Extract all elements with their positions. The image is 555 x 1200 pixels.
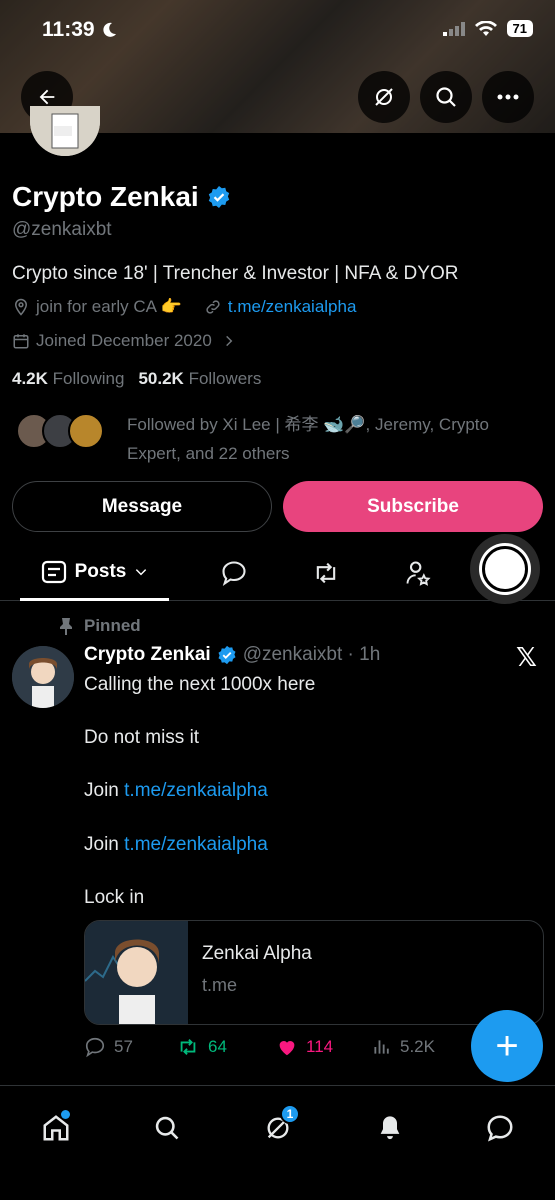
profile-handle: @zenkaixbt [12, 219, 112, 240]
search-icon [436, 87, 456, 107]
profile-name: Crypto Zenkai [12, 181, 231, 213]
post-header: Crypto Zenkai @zenkaixbt · 1h [84, 644, 380, 666]
reply-button[interactable]: 57 [84, 1036, 176, 1058]
follow-stats: 4.2K Following 50.2K Followers [12, 369, 261, 389]
views-button[interactable]: 5.2K [372, 1037, 435, 1057]
bell-icon [380, 1116, 400, 1140]
pinned-label: Pinned [58, 616, 141, 636]
grok-icon [375, 88, 393, 106]
reply-icon [222, 561, 246, 587]
tab-posts[interactable]: Posts [20, 545, 169, 601]
nav-grok[interactable]: 1 [258, 1104, 300, 1148]
notification-dot [61, 1110, 70, 1119]
profile-location: join for early CA 👉 [36, 297, 182, 316]
moon-icon [102, 22, 116, 37]
repost-icon [316, 562, 336, 584]
verified-badge-icon [208, 186, 229, 208]
link-icon [206, 300, 220, 314]
heart-icon [279, 1041, 295, 1056]
wifi-icon [474, 20, 497, 36]
compose-post-button[interactable]: + [471, 1010, 543, 1082]
message-button[interactable]: Message [12, 481, 272, 532]
arrow-left-icon [39, 89, 55, 105]
post-actions: 57 64 114 5.2K [84, 1036, 464, 1058]
status-indicators: 71 [442, 20, 533, 37]
search-button[interactable] [420, 71, 472, 123]
link-preview-card[interactable]: Zenkai Alpha t.me [84, 920, 544, 1025]
post-author-name[interactable]: Crypto Zenkai [84, 644, 211, 666]
chevron-down-icon [136, 568, 147, 575]
nav-search[interactable] [147, 1108, 187, 1148]
more-button[interactable] [482, 71, 534, 123]
pin-icon [60, 618, 72, 635]
post-link[interactable]: t.me/zenkaialpha [124, 780, 268, 801]
card-thumbnail [85, 921, 188, 1024]
profile-joined[interactable]: Joined December 2020 [12, 331, 236, 351]
followers-link[interactable]: 50.2K Followers [138, 369, 261, 389]
nav-notifications[interactable] [370, 1108, 410, 1148]
following-link[interactable]: 4.2K Following [12, 369, 124, 389]
post-line: Join t.me/zenkaialpha [84, 833, 268, 855]
tab-affiliates[interactable] [402, 557, 434, 589]
user-star-icon [406, 561, 431, 586]
card-title: Zenkai Alpha [202, 943, 312, 964]
nav-home[interactable] [36, 1108, 76, 1148]
message-bubble-icon [487, 1115, 513, 1142]
post-text: Calling the next 1000x here Do not miss … [84, 672, 534, 911]
profile-website-link[interactable]: t.me/zenkaialpha [228, 297, 357, 317]
tab-replies[interactable] [218, 557, 250, 589]
post-author-avatar[interactable] [12, 646, 74, 708]
card-domain: t.me [202, 975, 238, 995]
avatar-illustration [30, 106, 100, 156]
card-illustration [85, 921, 188, 1024]
status-time: 11:39 [42, 18, 117, 42]
post-line: Lock in [84, 886, 145, 908]
battery-indicator: 71 [506, 20, 533, 37]
location-icon [14, 298, 28, 316]
profile-avatar[interactable] [30, 106, 100, 156]
subscribe-button[interactable]: Subscribe [283, 481, 543, 532]
nav-badge: 1 [280, 1104, 300, 1124]
profile-meta: join for early CA 👉 t.me/zenkaialpha [12, 297, 356, 317]
verified-badge-icon [218, 645, 236, 665]
more-icon [497, 94, 519, 100]
screen-record-button[interactable] [470, 534, 540, 604]
tab-reposts[interactable] [310, 557, 342, 589]
grok-button[interactable] [358, 71, 410, 123]
signal-icon [442, 21, 465, 36]
nav-messages[interactable] [480, 1108, 520, 1148]
post-line: Do not miss it [84, 727, 200, 749]
like-button[interactable]: 114 [276, 1036, 372, 1058]
post-line: Calling the next 1000x here [84, 674, 316, 695]
followed-by-avatars[interactable] [16, 413, 104, 449]
chevron-right-icon [225, 335, 233, 347]
calendar-icon [13, 334, 29, 349]
followed-by-text[interactable]: Followed by Xi Lee | 希李 🐋🔎, Jeremy, Cryp… [127, 410, 537, 468]
search-icon [155, 1116, 179, 1140]
post-handle-time: @zenkaixbt · 1h [242, 644, 381, 665]
repost-icon [180, 1039, 196, 1055]
repost-button[interactable]: 64 [176, 1036, 276, 1058]
avatar-illustration [12, 646, 74, 708]
bottom-nav: 1 [0, 1085, 555, 1200]
follower-avatar [68, 413, 104, 449]
post-line: Join t.me/zenkaialpha [84, 780, 268, 802]
x-logo-icon: 𝕏 [516, 642, 537, 672]
post-link[interactable]: t.me/zenkaialpha [124, 834, 268, 855]
analytics-icon [374, 1040, 389, 1054]
reply-icon [85, 1037, 105, 1058]
posts-icon [41, 560, 66, 583]
profile-bio: Crypto since 18' | Trencher & Investor |… [12, 263, 459, 284]
